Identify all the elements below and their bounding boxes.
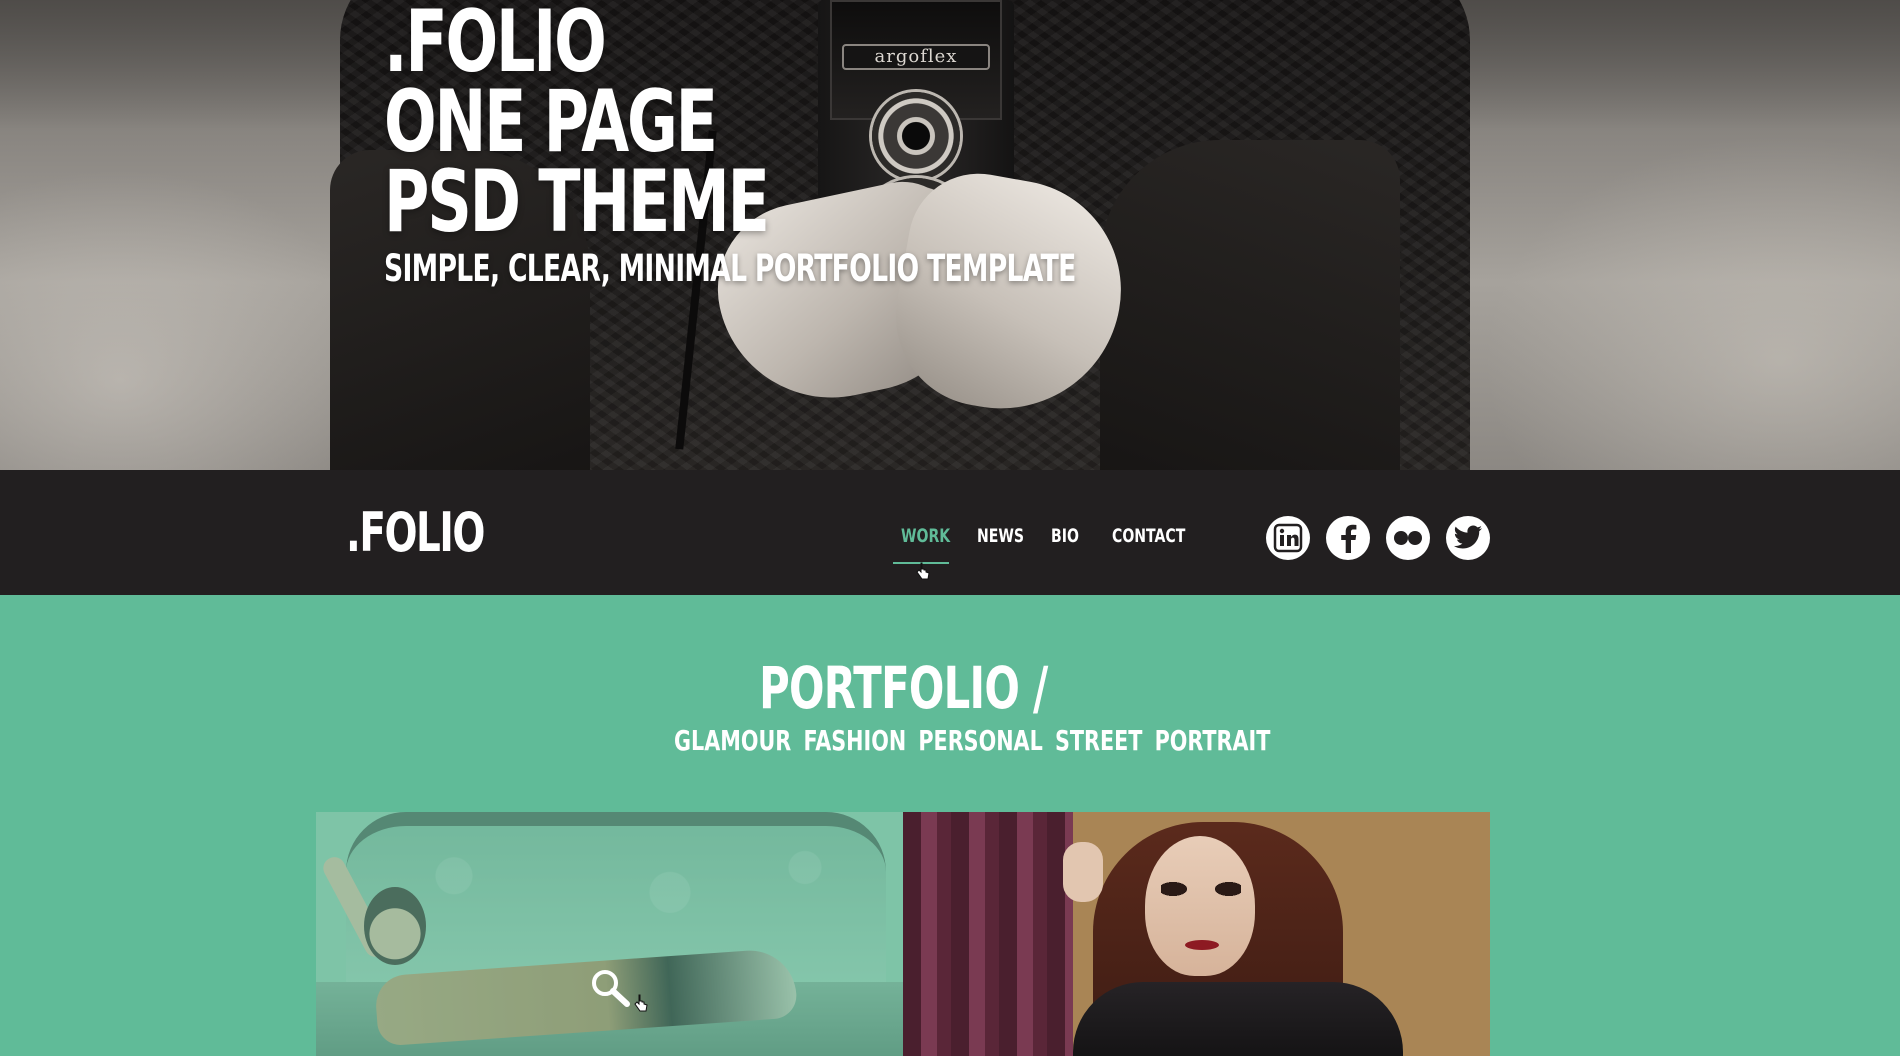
nav-item-news[interactable]: NEWS (977, 524, 1024, 548)
linkedin-icon[interactable] (1266, 516, 1310, 560)
portfolio-filters: GLAMOUR FASHION PERSONAL STREET PORTRAIT (674, 726, 1279, 756)
nav-item-contact[interactable]: CONTACT (1112, 524, 1185, 548)
filter-personal[interactable]: PERSONAL (918, 726, 1042, 756)
photo-model-lips (1185, 940, 1219, 950)
filter-fashion[interactable]: FASHION (803, 726, 906, 756)
flickr-icon[interactable] (1386, 516, 1430, 560)
portfolio-item-glamour[interactable] (316, 812, 903, 1056)
camera-brand-label: argoflex (842, 44, 990, 70)
portfolio-title-text: PORTFOLIO / (758, 654, 1048, 722)
filter-portrait[interactable]: PORTRAIT (1155, 726, 1271, 756)
hand-cursor-icon (634, 994, 648, 1012)
facebook-icon[interactable] (1326, 516, 1370, 560)
photo-model-face (1145, 836, 1255, 976)
photo-model-coat (1073, 982, 1403, 1056)
hero-banner: argoflex .FOLIO ONE PAGE PSD THEME SIMPL… (0, 0, 1900, 470)
main-navbar: .FOLIO WORK NEWS BIO CONTACT (0, 470, 1900, 595)
portfolio-title: PORTFOLIO / (0, 658, 1806, 718)
filter-glamour[interactable]: GLAMOUR (674, 726, 791, 756)
portfolio-item-fashion[interactable] (903, 812, 1490, 1056)
filter-street[interactable]: STREET (1055, 726, 1142, 756)
nav-item-work[interactable]: WORK (901, 524, 950, 548)
hand-cursor-icon (916, 562, 930, 580)
zoom-magnifier-icon[interactable] (590, 968, 630, 1008)
camera-lens-top (872, 92, 960, 180)
photo-model-hand (1063, 842, 1103, 902)
hero-title-line: PSD THEME (384, 152, 770, 252)
hero-title-line: .FOLIO (384, 0, 607, 92)
photo-model-eyes (1161, 882, 1241, 896)
hero-subtitle: SIMPLE, CLEAR, MINIMAL PORTFOLIO TEMPLAT… (384, 247, 1076, 290)
hover-overlay (316, 812, 903, 1056)
twitter-icon[interactable] (1446, 516, 1490, 560)
hero-photo-sleeve-right (1100, 140, 1400, 470)
photo-curtain (903, 812, 1073, 1056)
hero-title-line: ONE PAGE (384, 72, 718, 172)
nav-item-bio[interactable]: BIO (1051, 524, 1079, 548)
hero-title: .FOLIO ONE PAGE PSD THEME (384, 0, 770, 252)
site-logo[interactable]: .FOLIO (346, 506, 485, 560)
